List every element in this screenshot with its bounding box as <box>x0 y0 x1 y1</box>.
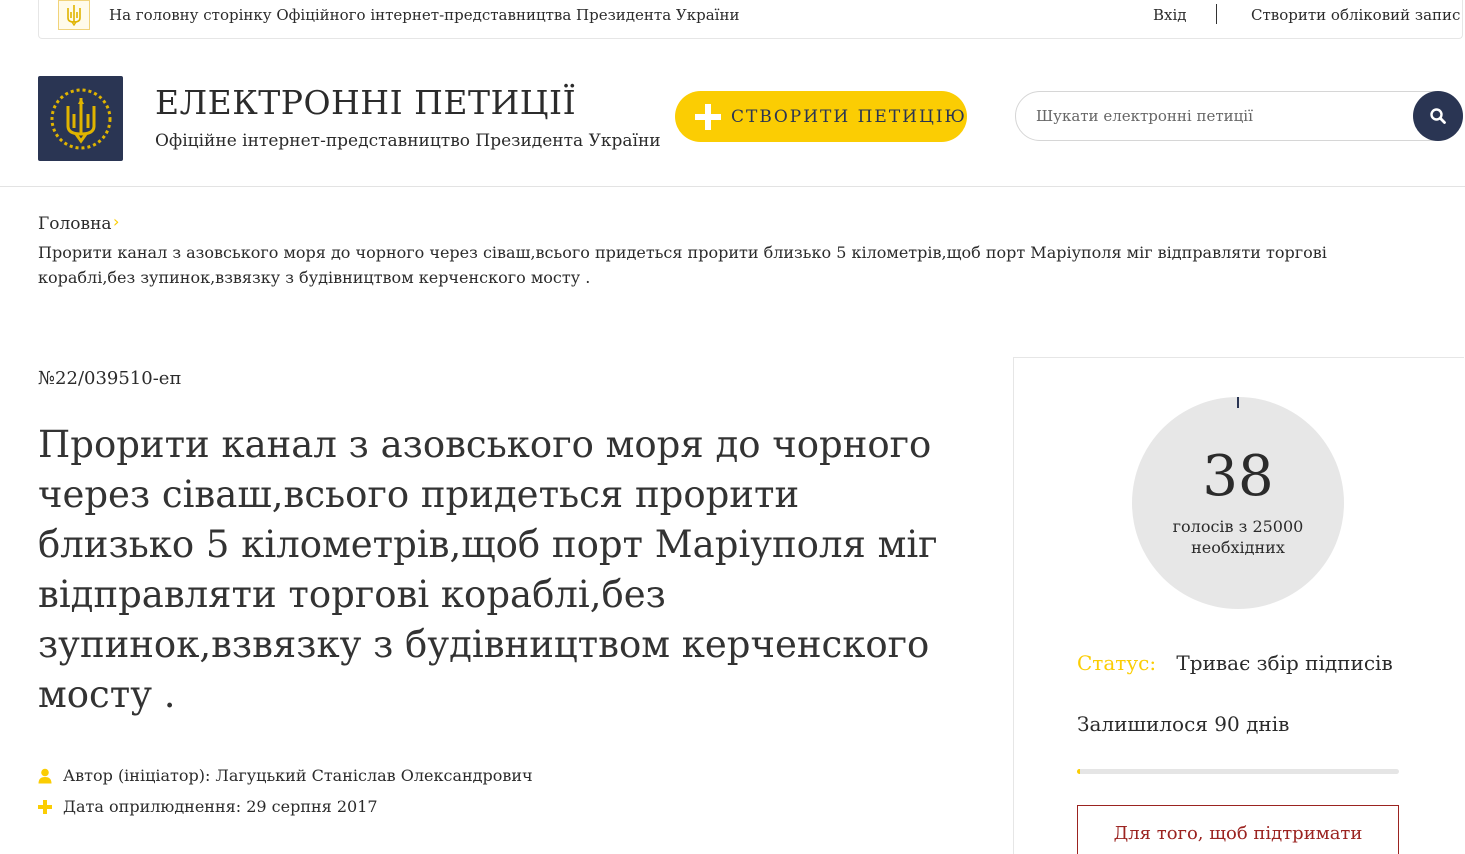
vote-target: голосів з 25000 необхідних <box>1132 516 1344 558</box>
site-subtitle: Офіційне інтернет-представництво Президе… <box>155 131 661 151</box>
vote-target-line1: голосів з 25000 <box>1172 517 1304 536</box>
user-icon <box>38 768 52 784</box>
signature-progress-bar <box>1077 769 1399 774</box>
search-button[interactable] <box>1413 91 1463 141</box>
petition-status-panel: 38 голосів з 25000 необхідних Статус: Тр… <box>1013 357 1464 854</box>
vote-progress-tick <box>1237 397 1239 408</box>
search-icon <box>1430 108 1446 124</box>
petition-number: №22/039510-еп <box>38 368 182 389</box>
status-label: Статус: <box>1077 651 1157 675</box>
support-petition-button[interactable]: Для того, щоб підтримати <box>1077 805 1399 854</box>
login-link[interactable]: Вхід <box>1153 6 1187 24</box>
search-box <box>1015 91 1463 141</box>
date-text: Дата оприлюднення: 29 серпня 2017 <box>63 797 378 816</box>
breadcrumb-home[interactable]: Головна <box>38 214 112 234</box>
author-row: Автор (ініціатор): Лагуцький Станіслав О… <box>38 766 533 785</box>
status-row: Статус: Триває збір підписів <box>1077 651 1393 675</box>
trident-icon[interactable] <box>58 0 90 30</box>
plus-icon <box>695 103 721 130</box>
create-petition-label: СТВОРИТИ ПЕТИЦІЮ <box>731 106 967 127</box>
search-input[interactable] <box>1036 105 1396 127</box>
breadcrumb-current: Прорити канал з азовського моря до чорно… <box>38 243 1327 287</box>
vote-count: 38 <box>1202 444 1274 509</box>
header-divider <box>0 186 1465 187</box>
vote-target-line2: необхідних <box>1191 538 1285 557</box>
topbar-divider <box>1216 4 1217 24</box>
support-text: Для того, щоб підтримати <box>1113 823 1363 844</box>
chevron-right-icon: › <box>113 212 120 231</box>
signature-progress-fill <box>1077 769 1081 774</box>
register-link[interactable]: Створити обліковий запис <box>1251 6 1460 24</box>
author-text: Автор (ініціатор): Лагуцький Станіслав О… <box>63 766 533 785</box>
site-title: ЕЛЕКТРОННІ ПЕТИЦІЇ <box>155 83 577 122</box>
petition-title: Прорити канал з азовського моря до чорно… <box>38 423 938 716</box>
days-left: Залишилося 90 днів <box>1077 712 1290 736</box>
create-petition-button[interactable]: СТВОРИТИ ПЕТИЦІЮ <box>675 91 967 142</box>
status-value: Триває збір підписів <box>1176 651 1393 675</box>
plus-icon <box>38 799 52 815</box>
vote-counter: 38 голосів з 25000 необхідних <box>1132 397 1344 609</box>
trident-icon[interactable] <box>38 76 123 161</box>
date-row: Дата оприлюднення: 29 серпня 2017 <box>38 797 378 816</box>
president-site-home-link[interactable]: На головну сторінку Офіційного інтернет-… <box>109 6 739 24</box>
top-bar: На головну сторінку Офіційного інтернет-… <box>38 0 1463 39</box>
